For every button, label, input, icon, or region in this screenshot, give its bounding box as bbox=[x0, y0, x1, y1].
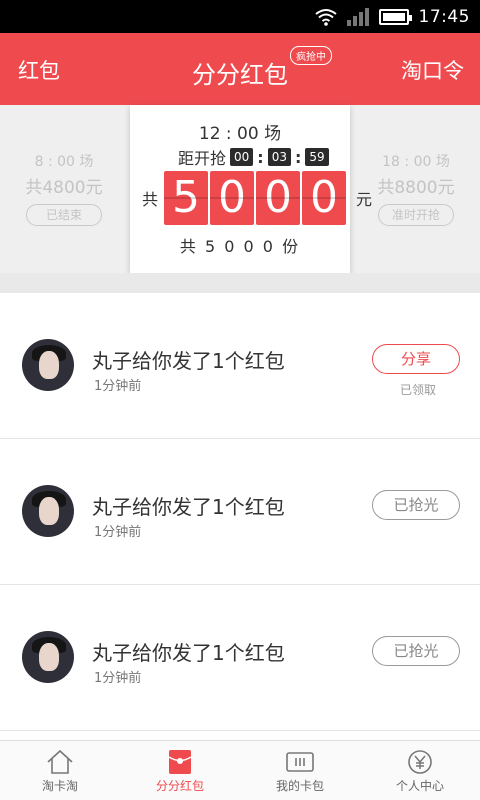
session-time: 12 : 00 场 bbox=[198, 124, 282, 144]
countdown-minutes: 03 bbox=[267, 148, 291, 166]
timestamp: 1分钟前 bbox=[94, 525, 142, 540]
countdown-separator: : bbox=[294, 147, 302, 167]
ended-button[interactable]: 已结束 bbox=[26, 204, 102, 226]
tab-taokatao[interactable]: 淘卡淘 bbox=[0, 741, 120, 800]
on-time-button[interactable]: 准时开抢 bbox=[378, 204, 454, 226]
list-item[interactable]: 丸子给你发了1个红包 1分钟前 已抢光 bbox=[0, 585, 480, 731]
message-text: 丸子给你发了1个红包 bbox=[92, 641, 285, 665]
list-item[interactable]: 丸子给你发了1个红包 1分钟前 分享 已领取 bbox=[0, 293, 480, 439]
session-total: 共8800元 bbox=[377, 178, 455, 198]
countdown-separator: : bbox=[257, 147, 264, 167]
tab-label: 个人中心 bbox=[395, 779, 444, 793]
divider bbox=[0, 273, 480, 293]
timestamp: 1分钟前 bbox=[94, 379, 142, 394]
session-time: 8 : 00 场 bbox=[34, 154, 94, 170]
clock: 17:45 bbox=[418, 6, 470, 27]
avatar[interactable] bbox=[22, 631, 74, 683]
session-time: 18 : 00 场 bbox=[382, 154, 450, 170]
amount-prefix: 共 bbox=[142, 190, 159, 209]
amount-digit: 5 bbox=[164, 171, 209, 225]
app-header: 红包 分分红包 疯抢中 淘口令 bbox=[0, 33, 480, 105]
session-total: 共4800元 bbox=[25, 178, 103, 198]
bottom-tab-bar: 淘卡淘 分分红包 我的卡包 个人中心 bbox=[0, 740, 480, 800]
signal-icon bbox=[346, 7, 369, 26]
sold-out-button[interactable]: 已抢光 bbox=[372, 636, 460, 666]
red-envelope-icon bbox=[168, 750, 192, 774]
prize-amount: 共 5 0 0 0 元 bbox=[142, 171, 372, 225]
card-icon bbox=[286, 752, 314, 772]
envelope-list: 丸子给你发了1个红包 1分钟前 分享 已领取 丸子给你发了1个红包 1分钟前 已… bbox=[0, 293, 480, 731]
status-badge: 疯抢中 bbox=[290, 46, 332, 65]
amount-digit: 0 bbox=[210, 171, 255, 225]
avatar[interactable] bbox=[22, 485, 74, 537]
list-item[interactable]: 丸子给你发了1个红包 1分钟前 已抢光 bbox=[0, 439, 480, 585]
session-12pm-card[interactable]: 12 : 00 场 距开抢 00 : 03 : 59 共 5 0 0 0 元 共… bbox=[130, 105, 372, 273]
received-status: 已领取 bbox=[399, 383, 436, 397]
share-button[interactable]: 分享 bbox=[372, 344, 460, 374]
timestamp: 1分钟前 bbox=[94, 671, 142, 686]
countdown: 距开抢 00 : 03 : 59 bbox=[178, 145, 329, 169]
tab-my-cards[interactable]: 我的卡包 bbox=[240, 741, 360, 800]
tab-label: 淘卡淘 bbox=[41, 779, 78, 793]
sold-out-button[interactable]: 已抢光 bbox=[372, 490, 460, 520]
session-8am[interactable]: 8 : 00 场 共4800元 已结束 bbox=[0, 105, 128, 273]
amount-digit: 0 bbox=[256, 171, 301, 225]
home-icon bbox=[47, 749, 73, 774]
message-text: 丸子给你发了1个红包 bbox=[92, 495, 285, 519]
tab-label: 我的卡包 bbox=[275, 779, 324, 793]
battery-icon bbox=[378, 8, 412, 25]
message-text: 丸子给你发了1个红包 bbox=[92, 349, 285, 373]
countdown-seconds: 59 bbox=[305, 148, 329, 166]
session-6pm[interactable]: 18 : 00 场 共8800元 准时开抢 bbox=[352, 105, 480, 273]
taokouling-button[interactable]: 淘口令 bbox=[401, 55, 464, 85]
tab-fenfen-hongbao[interactable]: 分分红包 bbox=[120, 741, 240, 800]
yuan-icon bbox=[408, 750, 432, 774]
countdown-label: 距开抢 bbox=[178, 149, 227, 168]
countdown-hours: 00 bbox=[230, 148, 254, 166]
share-count: 共 5 0 0 0 份 bbox=[179, 237, 301, 256]
amount-digit: 0 bbox=[302, 171, 347, 225]
tab-profile[interactable]: 个人中心 bbox=[360, 741, 480, 800]
session-carousel[interactable]: 8 : 00 场 共4800元 已结束 12 : 00 场 距开抢 00 : 0… bbox=[0, 105, 480, 273]
tab-label: 分分红包 bbox=[155, 779, 204, 793]
avatar[interactable] bbox=[22, 339, 74, 391]
status-bar: 17:45 bbox=[0, 0, 480, 33]
wifi-icon bbox=[314, 8, 337, 26]
